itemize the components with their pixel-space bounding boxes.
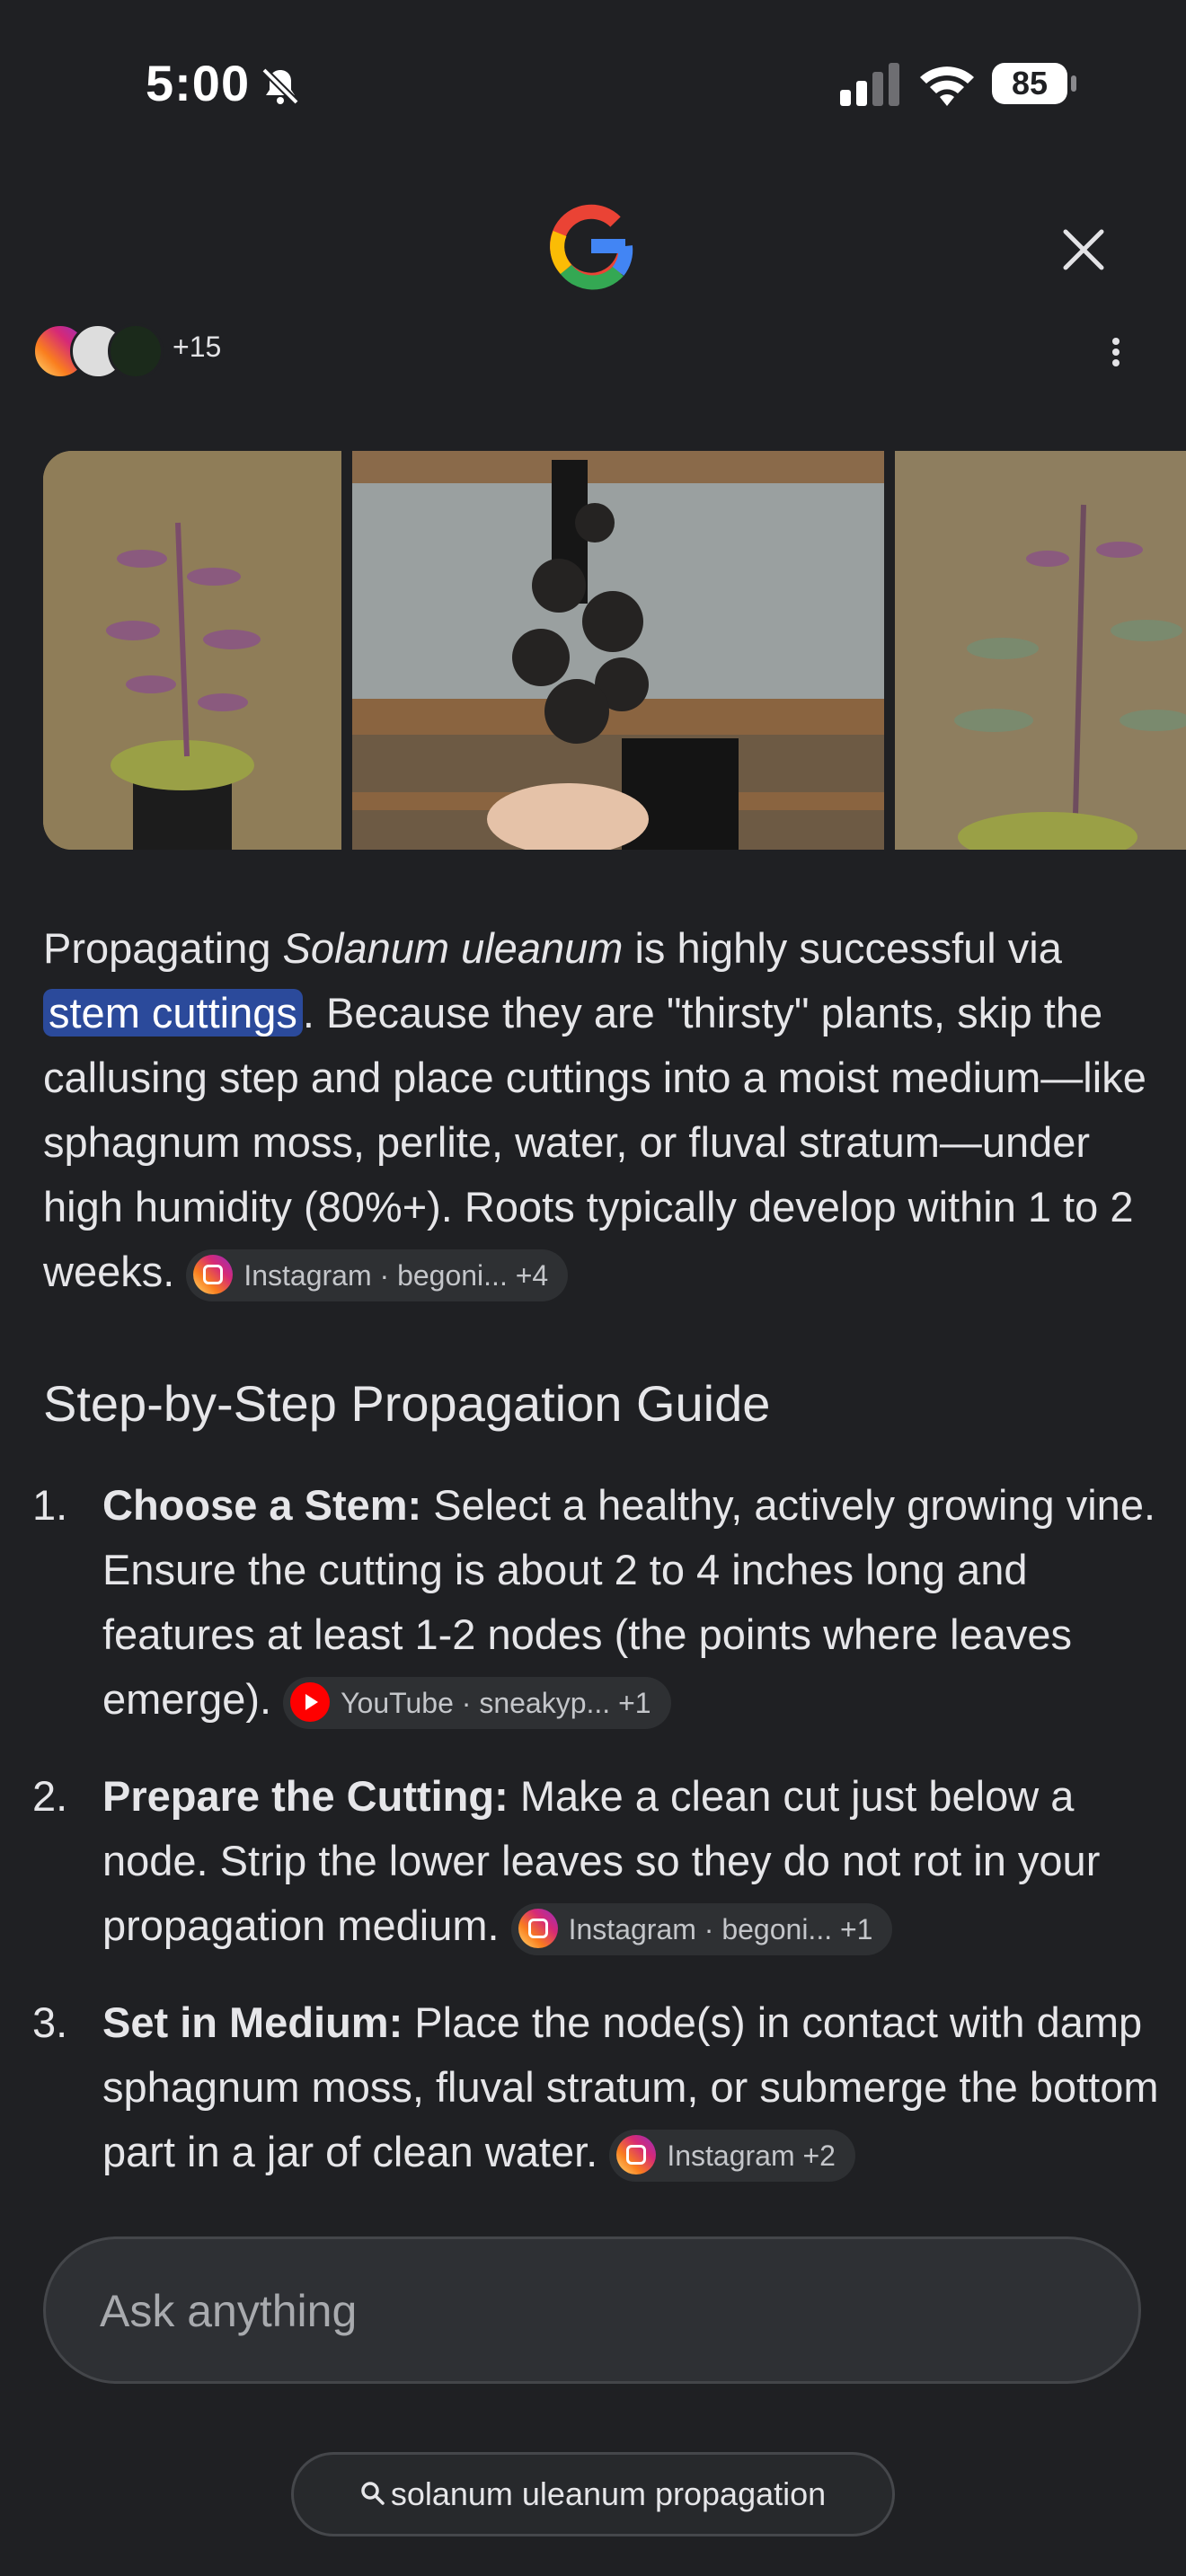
search-icon [361, 2482, 385, 2506]
source-chip-label: Instagram [667, 2139, 803, 2172]
source-chip[interactable]: Instagram · begoni... +4 [186, 1248, 569, 1301]
paragraph-text: Propagating [43, 924, 283, 972]
source-chip-count: +2 [802, 2139, 836, 2172]
source-chip-count: +1 [618, 1686, 651, 1719]
source-chip[interactable]: YouTube · sneakyp... +1 [283, 1676, 671, 1729]
instagram-icon [193, 1255, 234, 1295]
plant-image-2[interactable] [352, 451, 884, 850]
suggested-search-label: solanum uleanum propagation [390, 2475, 827, 2512]
instagram-icon [616, 2135, 657, 2175]
overview-paragraph: Propagating Solanum uleanum is highly su… [43, 916, 1157, 1304]
ask-input[interactable] [98, 2239, 1072, 2383]
step-number: 2. [32, 1772, 68, 1820]
species-name: Solanum uleanum [282, 924, 624, 972]
source-chip-label: YouTube · sneakyp... [341, 1686, 619, 1719]
step-number: 1. [32, 1481, 68, 1529]
source-chip-label: Instagram · begoni... +4 [243, 1258, 549, 1292]
source-chip-label: Instagram · begoni... [568, 1912, 840, 1945]
source-chip[interactable]: Instagram · begoni... +1 [510, 1902, 893, 1955]
step-number: 3. [32, 1998, 68, 2046]
plant-image-3[interactable] [895, 451, 1186, 850]
list-item: 3. Set in Medium: Place the node(s) in c… [32, 1990, 1164, 2184]
suggested-search-button[interactable]: solanum uleanum propagation [291, 2452, 895, 2536]
step-title: Set in Medium: [102, 1998, 403, 2046]
ask-input-container[interactable] [43, 2236, 1141, 2384]
google-logo-icon [550, 204, 633, 290]
battery-level: 85 [1011, 65, 1049, 101]
cellular-signal-icon [840, 63, 899, 106]
highlighted-term[interactable]: stem cuttings [43, 989, 303, 1037]
source-chip-count: +1 [839, 1912, 873, 1945]
bell-muted-icon [261, 67, 299, 105]
list-item: 2. Prepare the Cutting: Make a clean cut… [32, 1764, 1164, 1958]
source-avatar [108, 323, 164, 377]
youtube-icon [290, 1682, 331, 1723]
more-options-icon[interactable] [1105, 334, 1127, 383]
plant-image-1[interactable] [43, 451, 341, 850]
battery-indicator: 85 [992, 63, 1078, 104]
status-time: 5:00 [146, 55, 251, 111]
source-chip[interactable]: Instagram +2 [609, 2129, 855, 2182]
paragraph-text: is highly successful via [623, 924, 1062, 972]
list-item: 1. Choose a Stem: Select a healthy, acti… [32, 1473, 1164, 1732]
step-title: Choose a Stem: [102, 1481, 422, 1529]
instagram-icon [518, 1909, 558, 1949]
section-heading: Step-by-Step Propagation Guide [43, 1375, 771, 1432]
step-title: Prepare the Cutting: [102, 1772, 509, 1820]
close-icon[interactable] [1060, 226, 1107, 273]
wifi-icon [920, 66, 974, 106]
more-sources-count[interactable]: +15 [173, 331, 221, 364]
